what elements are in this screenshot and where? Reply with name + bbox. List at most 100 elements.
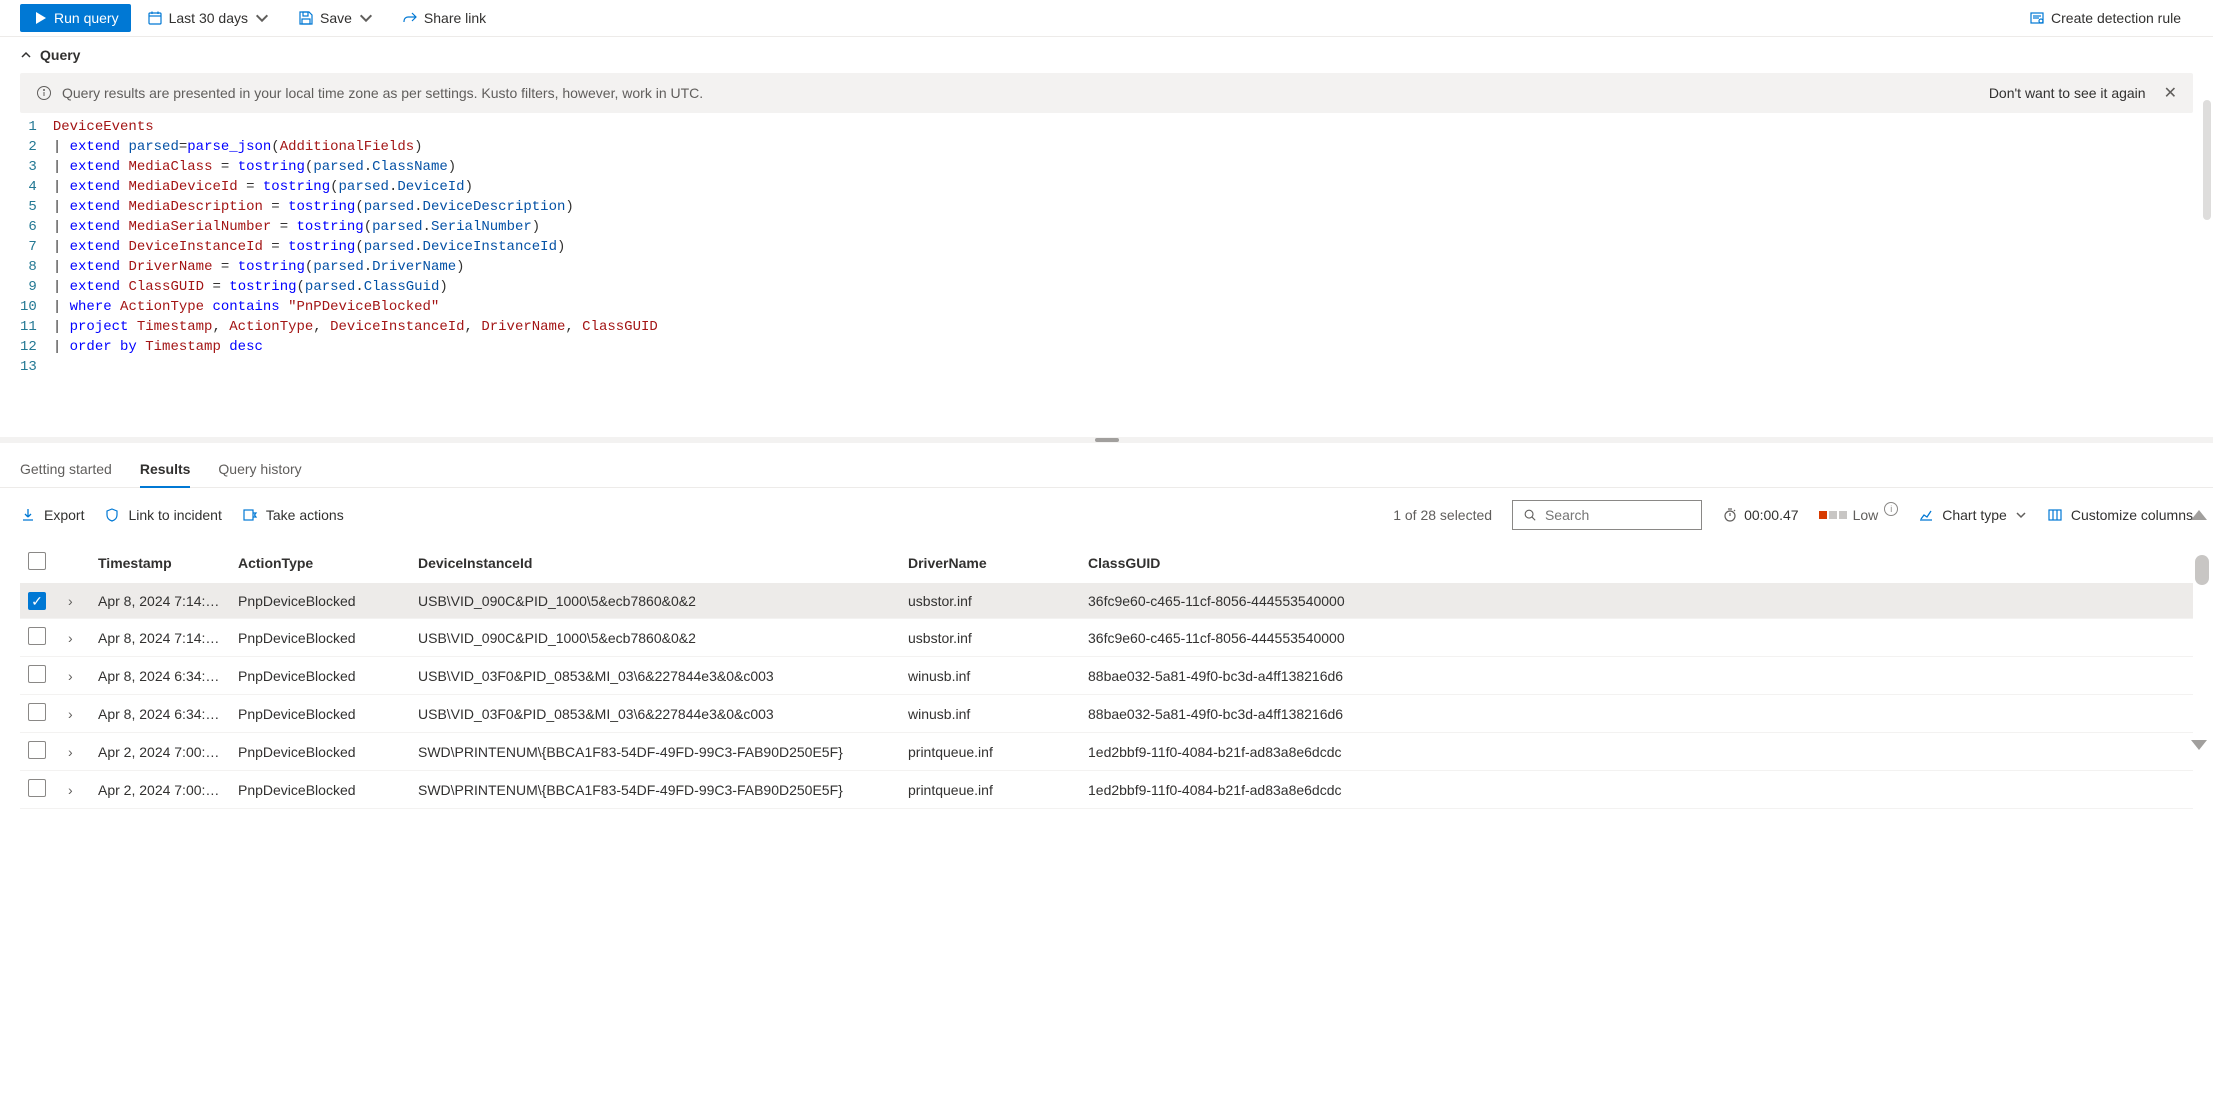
query-section-title: Query: [40, 47, 80, 63]
dismiss-info-link[interactable]: Don't want to see it again: [1989, 85, 2146, 101]
cell-drivername: printqueue.inf: [900, 771, 1080, 809]
row-checkbox[interactable]: [28, 703, 46, 721]
header-deviceinstanceid[interactable]: DeviceInstanceId: [410, 542, 900, 584]
tab-getting-started[interactable]: Getting started: [20, 453, 112, 487]
cell-timestamp: Apr 2, 2024 7:00:5...: [90, 733, 230, 771]
search-icon: [1523, 507, 1537, 523]
table-row[interactable]: ›Apr 8, 2024 6:34:2...PnpDeviceBlockedUS…: [20, 657, 2193, 695]
shield-icon: [104, 507, 120, 523]
timerange-button[interactable]: Last 30 days: [135, 4, 282, 32]
customize-columns-button[interactable]: Customize columns: [2047, 507, 2193, 523]
download-icon: [20, 507, 36, 523]
expand-row-icon[interactable]: ›: [68, 668, 73, 684]
header-drivername[interactable]: DriverName: [900, 542, 1080, 584]
share-button[interactable]: Share link: [390, 4, 498, 32]
columns-icon: [2047, 507, 2063, 523]
timerange-label: Last 30 days: [169, 10, 248, 26]
row-checkbox[interactable]: [28, 741, 46, 759]
elapsed-value: 00:00.47: [1744, 507, 1799, 523]
search-box[interactable]: [1512, 500, 1702, 530]
expand-row-icon[interactable]: ›: [68, 593, 73, 609]
cell-actiontype: PnpDeviceBlocked: [230, 733, 410, 771]
vertical-scrollbar[interactable]: [2195, 555, 2209, 585]
expand-row-icon[interactable]: ›: [68, 744, 73, 760]
table-row[interactable]: ✓›Apr 8, 2024 7:14:1...PnpDeviceBlockedU…: [20, 584, 2193, 619]
cell-deviceinstanceid: SWD\PRINTENUM\{BBCA1F83-54DF-49FD-99C3-F…: [410, 733, 900, 771]
chart-icon: [1918, 507, 1934, 523]
cell-timestamp: Apr 8, 2024 7:14:1...: [90, 619, 230, 657]
create-rule-button[interactable]: Create detection rule: [2017, 4, 2193, 32]
chart-type-button[interactable]: Chart type: [1918, 507, 2027, 523]
results-table-wrap: Timestamp ActionType DeviceInstanceId Dr…: [0, 542, 2213, 809]
take-actions-button[interactable]: Take actions: [242, 507, 344, 523]
cell-drivername: usbstor.inf: [900, 619, 1080, 657]
cell-classguid: 88bae032-5a81-49f0-bc3d-a4ff138216d6: [1080, 695, 2193, 733]
code-area[interactable]: DeviceEvents | extend parsed=parse_json(…: [53, 117, 2193, 377]
cell-actiontype: PnpDeviceBlocked: [230, 771, 410, 809]
cell-classguid: 36fc9e60-c465-11cf-8056-444553540000: [1080, 584, 2193, 619]
expand-row-icon[interactable]: ›: [68, 706, 73, 722]
cell-deviceinstanceid: USB\VID_03F0&PID_0853&MI_03\6&227844e3&0…: [410, 657, 900, 695]
expand-row-icon[interactable]: ›: [68, 630, 73, 646]
link-incident-button[interactable]: Link to incident: [104, 507, 221, 523]
header-timestamp[interactable]: Timestamp: [90, 542, 230, 584]
scroll-down-button[interactable]: [2191, 740, 2207, 750]
chevron-down-icon: [358, 10, 374, 26]
row-checkbox[interactable]: [28, 779, 46, 797]
scroll-up-button[interactable]: [2191, 510, 2207, 520]
stopwatch-icon: [1722, 507, 1738, 523]
query-section-header[interactable]: Query: [0, 37, 2213, 73]
table-row[interactable]: › Apr 2, 2024 7:00:5...PnpDeviceBlockedSW…: [20, 733, 2193, 771]
search-input[interactable]: [1545, 507, 1691, 523]
create-rule-label: Create detection rule: [2051, 10, 2181, 26]
tab-results[interactable]: Results: [140, 453, 191, 487]
table-row[interactable]: ›Apr 8, 2024 6:34:2...PnpDeviceBlockedUS…: [20, 695, 2193, 733]
close-icon[interactable]: ✕: [2164, 83, 2177, 103]
results-tabs: Getting started Results Query history: [0, 443, 2213, 488]
cell-deviceinstanceid: SWD\PRINTENUM\{BBCA1F83-54DF-49FD-99C3-F…: [410, 771, 900, 809]
info-icon: [36, 85, 52, 101]
selection-count: 1 of 28 selected: [1393, 507, 1492, 523]
chart-label: Chart type: [1942, 507, 2007, 523]
table-row[interactable]: ›Apr 2, 2024 7:00:5...PnpDeviceBlockedSW…: [20, 771, 2193, 809]
query-editor[interactable]: 12345678910111213 DeviceEvents | extend …: [0, 117, 2213, 377]
header-actiontype[interactable]: ActionType: [230, 542, 410, 584]
header-classguid[interactable]: ClassGUID: [1080, 542, 2193, 584]
play-icon: [32, 10, 48, 26]
cell-actiontype: PnpDeviceBlocked: [230, 657, 410, 695]
cell-classguid: 1ed2bbf9-11f0-4084-b21f-ad83a8e6dcdc: [1080, 733, 2193, 771]
export-button[interactable]: Export: [20, 507, 84, 523]
cell-classguid: 1ed2bbf9-11f0-4084-b21f-ad83a8e6dcdc: [1080, 771, 2193, 809]
info-icon[interactable]: i: [1884, 502, 1898, 516]
row-checkbox[interactable]: ✓: [28, 592, 46, 610]
take-actions-label: Take actions: [266, 507, 344, 523]
cell-deviceinstanceid: USB\VID_090C&PID_1000\5&ecb7860&0&2: [410, 584, 900, 619]
cell-timestamp: Apr 8, 2024 6:34:2...: [90, 695, 230, 733]
calendar-icon: [147, 10, 163, 26]
expand-row-icon[interactable]: ›: [68, 782, 73, 798]
line-gutter: 12345678910111213: [20, 117, 53, 377]
cell-actiontype: PnpDeviceBlocked: [230, 695, 410, 733]
run-query-label: Run query: [54, 10, 119, 26]
cell-classguid: 36fc9e60-c465-11cf-8056-444553540000: [1080, 619, 2193, 657]
save-button[interactable]: Save: [286, 4, 386, 32]
cell-classguid: 88bae032-5a81-49f0-bc3d-a4ff138216d6: [1080, 657, 2193, 695]
share-label: Share link: [424, 10, 486, 26]
table-row[interactable]: ›Apr 8, 2024 7:14:1...PnpDeviceBlockedUS…: [20, 619, 2193, 657]
cell-drivername: usbstor.inf: [900, 584, 1080, 619]
take-actions-icon: [242, 507, 258, 523]
info-bar: Query results are presented in your loca…: [20, 73, 2193, 113]
results-table: Timestamp ActionType DeviceInstanceId Dr…: [20, 542, 2193, 809]
row-checkbox[interactable]: [28, 627, 46, 645]
results-actionbar: Export Link to incident Take actions 1 o…: [0, 488, 2213, 542]
pane-splitter[interactable]: [0, 437, 2213, 443]
link-incident-label: Link to incident: [128, 507, 221, 523]
detection-rule-icon: [2029, 10, 2045, 26]
row-checkbox[interactable]: [28, 665, 46, 683]
cell-actiontype: PnpDeviceBlocked: [230, 619, 410, 657]
select-all-checkbox[interactable]: [28, 552, 46, 570]
tab-query-history[interactable]: Query history: [218, 453, 301, 487]
editor-scrollbar[interactable]: [2203, 100, 2211, 220]
run-query-button[interactable]: Run query: [20, 4, 131, 32]
chevron-up-icon: [20, 49, 32, 61]
